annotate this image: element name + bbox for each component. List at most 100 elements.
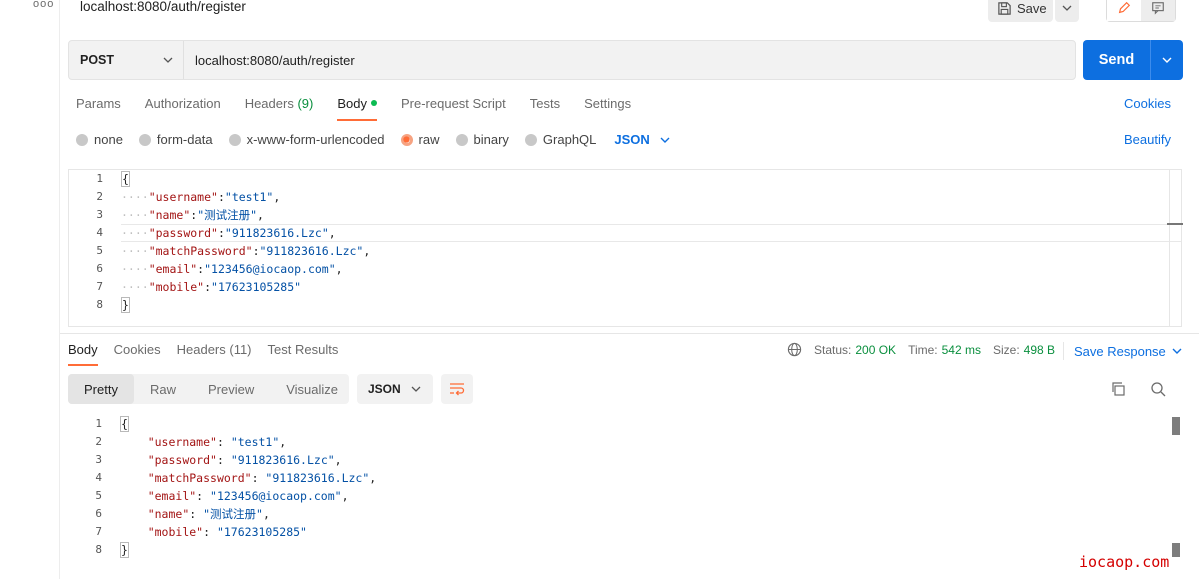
json-sep: ,	[273, 190, 281, 204]
chevron-down-icon	[660, 137, 670, 143]
status-value[interactable]: 200 OK	[855, 343, 896, 357]
chevron-down-icon	[411, 386, 421, 392]
response-format-label: JSON	[368, 382, 401, 396]
view-visualize[interactable]: Visualize	[270, 374, 354, 404]
save-button[interactable]: Save	[988, 0, 1053, 22]
line-number: 4	[96, 226, 103, 239]
json-key: "password"	[148, 226, 218, 240]
tab-body[interactable]: Body	[337, 96, 377, 121]
line-number: 1	[95, 417, 102, 430]
radio-urlencoded-label: x-www-form-urlencoded	[246, 132, 385, 147]
line-gutter: 1 2 3 4 5 6 7 8	[69, 170, 109, 314]
edit-mode-button[interactable]	[1107, 0, 1141, 21]
line-number: 5	[95, 489, 102, 502]
globe-icon[interactable]	[787, 342, 802, 357]
line-gutter: 1 2 3 4 5 6 7 8	[68, 415, 108, 559]
editor-scroll-track[interactable]	[1169, 170, 1170, 326]
copy-icon[interactable]	[1110, 381, 1126, 400]
line-number: 4	[95, 471, 102, 484]
response-body-viewer[interactable]: 1 2 3 4 5 6 7 8 { "username": "test1", "…	[68, 415, 1182, 565]
json-value: "911823616.Lzc"	[265, 471, 370, 485]
json-value: "test1"	[230, 435, 280, 449]
time-value[interactable]: 542 ms	[942, 343, 981, 357]
scroll-thumb[interactable]	[1172, 417, 1180, 435]
view-mode-toggle[interactable]	[1106, 0, 1176, 22]
response-view-modes: Pretty Raw Preview Visualize	[68, 374, 349, 404]
watermark: iocaop.com	[1079, 553, 1170, 571]
wrap-lines-icon	[450, 383, 465, 396]
beautify-link[interactable]: Beautify	[1124, 132, 1171, 147]
line-number: 6	[95, 507, 102, 520]
resp-tab-cookies[interactable]: Cookies	[114, 342, 161, 366]
resp-tab-test-results[interactable]: Test Results	[268, 342, 339, 366]
tab-tests[interactable]: Tests	[530, 96, 560, 120]
chevron-down-icon	[1172, 348, 1182, 354]
url-input[interactable]: localhost:8080/auth/register	[184, 53, 355, 68]
code-line: ····"name":"测试注册",	[121, 208, 264, 222]
json-sep: ,	[279, 435, 287, 449]
request-body-editor[interactable]: 1 2 3 4 5 6 7 8 { ····"username":"test1"…	[68, 169, 1183, 327]
search-icon[interactable]	[1150, 381, 1166, 400]
view-preview[interactable]: Preview	[192, 374, 270, 404]
time-label: Time:	[908, 342, 938, 357]
more-dots-icon[interactable]: ooo	[33, 0, 54, 10]
request-title[interactable]: localhost:8080/auth/register	[80, 0, 246, 14]
radio-urlencoded[interactable]: x-www-form-urlencoded	[228, 132, 385, 147]
json-value: "911823616.Lzc"	[224, 226, 329, 240]
save-options-button[interactable]	[1055, 0, 1079, 22]
send-button[interactable]: Send	[1083, 40, 1183, 80]
tab-headers[interactable]: Headers (9)	[245, 96, 314, 120]
method-select[interactable]: POST	[69, 41, 184, 79]
radio-graphql[interactable]: GraphQL	[524, 132, 596, 147]
response-format-select[interactable]: JSON	[357, 374, 433, 404]
cookies-link[interactable]: Cookies	[1124, 96, 1171, 111]
send-label[interactable]: Send	[1083, 40, 1151, 80]
line-number: 6	[96, 262, 103, 275]
brace: }	[120, 542, 129, 558]
radio-circle-selected	[400, 133, 413, 146]
line-number: 3	[95, 453, 102, 466]
json-sep: ,	[334, 453, 342, 467]
code-line: "username": "test1",	[147, 435, 287, 449]
size-value[interactable]: 498 B	[1024, 343, 1055, 357]
response-scrollbar[interactable]	[1172, 415, 1180, 565]
radio-raw-label: raw	[418, 132, 440, 147]
tab-params[interactable]: Params	[76, 96, 121, 120]
raw-format-label: JSON	[614, 132, 650, 147]
send-options-button[interactable]	[1151, 40, 1183, 80]
radio-circle	[138, 133, 151, 146]
line-number: 8	[95, 543, 102, 556]
scroll-thumb[interactable]	[1172, 543, 1180, 557]
json-value: "17623105285"	[216, 525, 307, 539]
json-sep: ,	[328, 226, 336, 240]
view-pretty[interactable]: Pretty	[68, 374, 134, 404]
pane-divider[interactable]	[60, 333, 1199, 334]
radio-none[interactable]: none	[76, 132, 123, 147]
tab-prerequest-script[interactable]: Pre-request Script	[401, 96, 506, 120]
comments-mode-button[interactable]	[1141, 0, 1175, 21]
tab-authorization[interactable]: Authorization	[145, 96, 221, 120]
json-sep: ,	[335, 262, 343, 276]
view-raw[interactable]: Raw	[134, 374, 192, 404]
json-sep: ,	[341, 489, 349, 503]
resp-tab-headers[interactable]: Headers (11)	[177, 342, 252, 366]
radio-raw[interactable]: raw	[400, 132, 440, 147]
wrap-lines-button[interactable]	[441, 374, 473, 404]
resp-tab-body[interactable]: Body	[68, 342, 98, 366]
json-key: "email"	[147, 489, 197, 503]
save-response-button[interactable]: Save Response	[1063, 342, 1182, 360]
radio-binary-label: binary	[473, 132, 509, 147]
tab-settings[interactable]: Settings	[584, 96, 631, 120]
size-label: Size:	[992, 342, 1020, 357]
json-value: "123456@iocaop.com"	[204, 262, 336, 276]
radio-form-data[interactable]: form-data	[138, 132, 213, 147]
radio-form-data-label: form-data	[156, 132, 213, 147]
line-number: 5	[96, 244, 103, 257]
code-lines: { ····"username":"test1", ····"name":"测试…	[121, 170, 370, 314]
json-key: "name"	[148, 208, 191, 222]
raw-format-select[interactable]: JSON	[614, 132, 670, 147]
json-sep: ,	[257, 208, 264, 222]
json-key: "matchPassword"	[147, 471, 252, 485]
response-status-bar: Status: 200 OK Time: 542 ms Size: 498 B	[787, 342, 1067, 357]
radio-binary[interactable]: binary	[455, 132, 509, 147]
